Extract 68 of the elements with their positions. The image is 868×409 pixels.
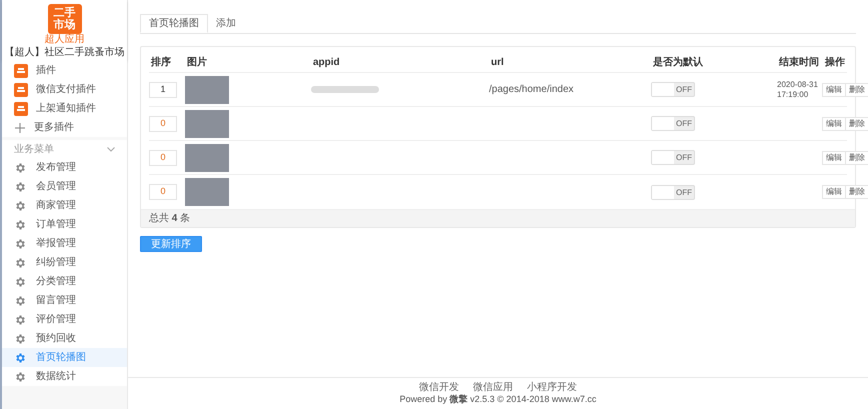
menu-item[interactable]: 评价管理 xyxy=(2,310,127,329)
gear-icon xyxy=(14,332,26,344)
column-header: 操作 xyxy=(824,56,846,70)
plugin-item[interactable]: 更多插件 xyxy=(2,118,127,137)
menu-item[interactable]: 会员管理 xyxy=(2,177,127,196)
column-header: 图片 xyxy=(186,56,208,70)
order-field[interactable]: 1 xyxy=(149,82,177,98)
column-header: 结束时间 xyxy=(778,56,820,70)
gear-icon xyxy=(14,200,26,212)
total-count: 总共 4 条 xyxy=(149,212,190,226)
gear-icon xyxy=(14,276,26,288)
photo-placeholder xyxy=(185,110,229,138)
delete-button[interactable]: 删除 xyxy=(845,185,868,199)
menu-item[interactable]: 举报管理 xyxy=(2,234,127,253)
menu-item[interactable]: 分类管理 xyxy=(2,272,127,291)
edit-button[interactable]: 编辑 xyxy=(822,150,846,164)
plus-icon xyxy=(14,122,26,134)
edit-button[interactable]: 编辑 xyxy=(822,116,846,130)
column-header: appid xyxy=(312,56,341,70)
photo-placeholder xyxy=(185,76,229,104)
column-header: url xyxy=(490,56,505,70)
gear-icon xyxy=(14,180,26,192)
gear-icon xyxy=(14,218,26,230)
app-logo: 二手 市场 xyxy=(48,4,82,34)
app-logo-icon xyxy=(14,64,28,78)
menu-item[interactable]: 订单管理 xyxy=(2,215,127,234)
gear-icon xyxy=(14,370,26,382)
menu-item[interactable]: 纠纷管理 xyxy=(2,253,127,272)
menu-item[interactable]: 预约回收 xyxy=(2,329,127,348)
photo-placeholder xyxy=(185,144,229,172)
edit-button[interactable]: 编辑 xyxy=(822,82,846,96)
gear-icon xyxy=(14,238,26,250)
tab[interactable]: 首页轮播图 xyxy=(140,14,208,33)
delete-button[interactable]: 删除 xyxy=(845,82,868,96)
default-toggle[interactable]: OFF xyxy=(651,184,695,200)
app-logo-icon xyxy=(14,102,28,116)
app-logo-caption: 超人应用 xyxy=(44,34,84,46)
end-time-text: 2020-08-31 xyxy=(777,80,819,90)
gear-icon xyxy=(14,256,26,268)
gear-icon xyxy=(14,314,26,326)
menu-item[interactable]: 留言管理 xyxy=(2,291,127,310)
footer-link[interactable]: 微信应用 xyxy=(473,382,513,394)
plugin-item[interactable]: 微信支付插件 xyxy=(2,80,127,99)
menu-item[interactable]: 发布管理 xyxy=(2,158,127,177)
plugin-item[interactable]: 插件 xyxy=(2,61,127,80)
edit-button[interactable]: 编辑 xyxy=(822,185,846,199)
plugin-item[interactable]: 上架通知插件 xyxy=(2,99,127,118)
url-text: /pages/home/index xyxy=(489,83,575,97)
menu-item[interactable]: 商家管理 xyxy=(2,196,127,215)
menu-item[interactable]: 数据统计 xyxy=(2,367,127,386)
gear-icon xyxy=(14,352,26,364)
default-toggle[interactable]: OFF xyxy=(651,116,695,131)
powered-by-text: Powered by 微擎 v2.5.3 © 2014-2018 www.w7.cc xyxy=(400,394,596,405)
column-header: 排序 xyxy=(150,55,172,70)
footer-link[interactable]: 小程序开发 xyxy=(527,382,577,394)
column-header: 是否为默认 xyxy=(652,56,704,70)
gear-icon xyxy=(14,294,26,306)
photo-placeholder xyxy=(185,178,229,206)
default-toggle[interactable]: OFF xyxy=(651,150,695,165)
footer-link[interactable]: 微信开发 xyxy=(419,382,459,394)
app-logo-icon xyxy=(14,82,28,96)
gear-icon xyxy=(14,162,26,174)
default-toggle[interactable]: OFF xyxy=(651,82,695,97)
delete-button[interactable]: 删除 xyxy=(845,150,868,164)
delete-button[interactable]: 删除 xyxy=(845,116,868,130)
app-name: 【超人】社区二手跳蚤市场 xyxy=(4,47,124,59)
tab[interactable]: 添加 xyxy=(208,14,244,33)
end-time-text: 17:19:00 xyxy=(777,90,810,100)
